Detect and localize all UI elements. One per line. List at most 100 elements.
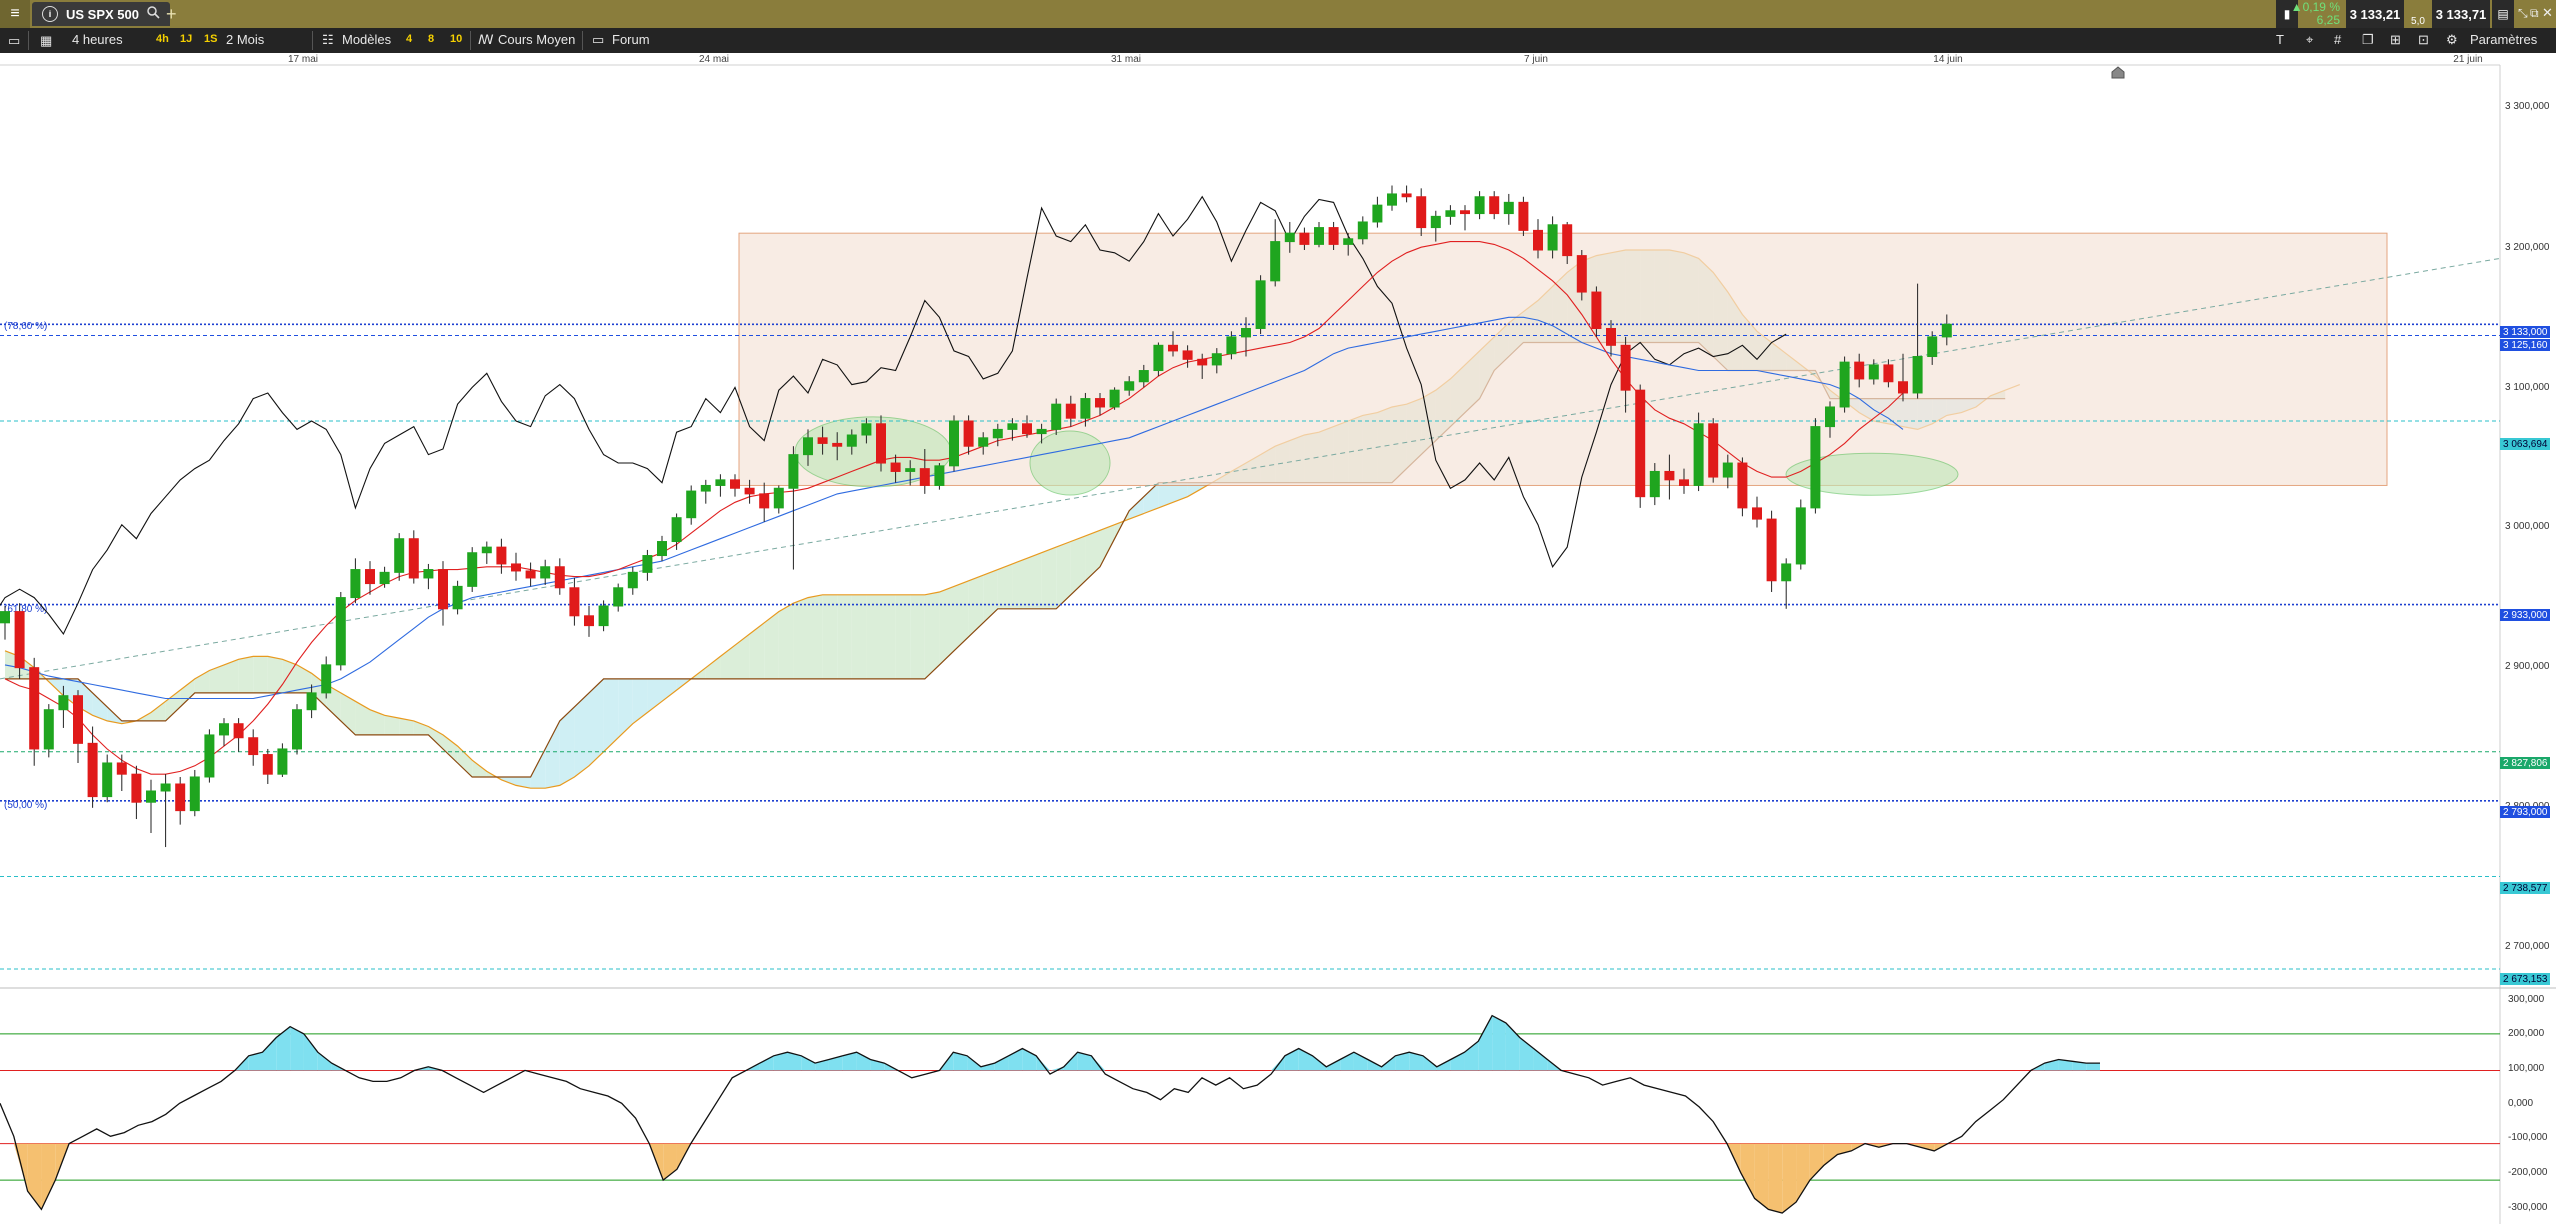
candle-body [408,538,419,579]
candle-body [1766,518,1777,582]
candle-body [511,563,521,572]
candle-body [890,462,901,472]
candle-body [394,538,405,573]
template-slot-10[interactable]: 10 [450,33,462,45]
candle-body [1124,381,1135,391]
candle-body [1109,389,1120,408]
candle-body [87,742,98,798]
candle-body [1197,358,1208,366]
price-badge: 2 793,000 [2503,807,2548,818]
cloud-segment [1027,552,1042,609]
candle-body [146,790,156,803]
candle-body [1752,507,1762,520]
candle-body [131,773,142,803]
close-icon[interactable]: ✕ [2542,5,2553,21]
candle-body [1095,398,1105,408]
candle-body [116,762,127,775]
quick-tf-1j[interactable]: 1J [180,33,192,45]
candle-body [423,569,434,579]
text-tool-icon[interactable]: T [2276,32,2284,47]
candle-body [613,587,624,607]
candle-body [1007,423,1018,430]
candle-body [481,546,492,554]
grid-icon[interactable]: # [2334,32,2341,47]
forum-button[interactable]: Forum [612,32,650,47]
quick-tf-1s[interactable]: 1S [204,33,217,45]
period-select[interactable]: 2 Mois [226,32,264,47]
candle-body [1795,507,1806,565]
info-icon[interactable]: i [42,6,58,22]
settings-icon[interactable]: ⚙ [2446,32,2458,48]
spread-block: 5,0 [2406,0,2430,28]
candle-body [1182,350,1193,360]
camera-icon[interactable]: ⊡ [2418,32,2429,48]
candle-body [496,546,507,565]
candle-body [803,437,813,456]
price-badge: 3 125,160 [2503,340,2548,351]
candle-body [1460,210,1470,215]
candle-body [1825,406,1835,428]
candle-body [321,664,332,694]
menu-icon[interactable]: ≡ [0,0,30,28]
price-badge: 2 738,577 [2503,883,2548,894]
sidebar-toggle-icon[interactable]: ▭ [8,33,20,49]
order-ticket-icon[interactable]: ▤ [2492,0,2514,28]
scale-icon[interactable]: ⊞ [2390,32,2401,48]
y-tick-label: 3 200,000 [2505,242,2550,253]
moving-average-icon[interactable]: ꟿ [478,32,494,48]
search-icon[interactable] [147,6,160,22]
templates-icon[interactable]: ☷ [322,32,334,48]
candle-body [1036,428,1047,435]
ask-button[interactable]: 3 133,71 [2432,0,2490,28]
bid-price: 3 133,21 [2349,6,2401,22]
cloud-segment [881,594,896,679]
instrument-tab[interactable]: i US SPX 500 [32,2,170,26]
template-slot-4[interactable]: 4 [406,33,412,45]
settings-button[interactable]: Paramètres [2470,32,2537,47]
layers-icon[interactable]: ❐ [2362,32,2374,48]
candle-body [1357,221,1368,240]
candle-body [365,569,375,585]
candle-body [1606,327,1616,346]
templates-button[interactable]: Modèles [342,32,391,47]
timeframe-icon[interactable]: ▦ [40,33,52,49]
candle-body [1518,201,1529,231]
y-tick-label: 2 700,000 [2505,941,2550,952]
candle-body [438,569,448,610]
candle-body [1620,344,1631,391]
cci-tick-label: -200,000 [2508,1167,2548,1178]
x-tick-label: 21 juin [2453,54,2482,65]
moving-average-button[interactable]: Cours Moyen [498,32,575,47]
cloud-segment [895,594,911,679]
candle-body [1533,229,1543,251]
candle-body [1284,232,1295,243]
cloud-segment [1012,558,1027,609]
candle-body [773,487,784,509]
candle-body [1810,426,1821,509]
instrument-name: US SPX 500 [66,6,139,22]
candle-body [1693,423,1704,486]
price-badge: 3 063,694 [2503,439,2548,450]
cloud-segment [1041,547,1057,609]
candle-body [1445,210,1456,217]
quick-tf-4h[interactable]: 4h [156,33,169,45]
timeframe-select[interactable]: 4 heures [72,32,123,47]
chart-area[interactable]: 17 mai 24 mai 31 mai 7 juin 14 juin 21 j… [0,53,2556,1224]
candle-body [642,555,653,573]
cloud-segment [253,656,268,693]
candle-body [759,493,770,509]
crosshair-icon[interactable]: ⌖ [2306,32,2313,48]
candle-body [744,487,755,495]
candle-body [73,695,83,744]
add-tab-button[interactable]: + [166,2,177,26]
restore-icon[interactable]: ⧉ [2530,6,2539,21]
template-slot-8[interactable]: 8 [428,33,434,45]
bid-button[interactable]: 3 133,21 [2346,0,2404,28]
candle-body [540,566,551,579]
candle-body [832,442,843,447]
shrink-icon[interactable]: ⤡ [2518,6,2528,21]
forum-icon[interactable]: ▭ [592,32,604,48]
candle-body [219,723,229,736]
cloud-segment [793,597,808,679]
cloud-segment [238,656,254,693]
